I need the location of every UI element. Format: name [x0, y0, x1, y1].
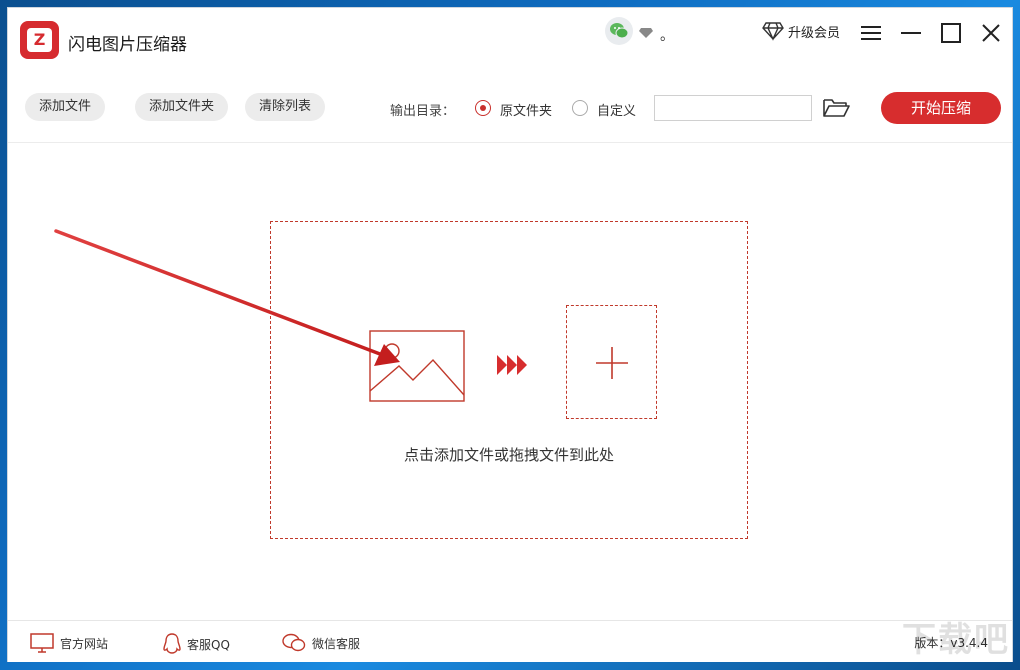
website-link[interactable]: 官方网站	[30, 633, 108, 653]
minimize-icon[interactable]	[895, 17, 927, 49]
qq-icon	[163, 633, 181, 654]
qq-service-label: 客服QQ	[187, 637, 230, 652]
app-logo-icon: Z	[20, 21, 59, 59]
diamond-icon	[639, 24, 653, 43]
plus-icon	[596, 347, 628, 379]
add-file-button[interactable]: 添加文件	[25, 93, 106, 121]
start-compress-button[interactable]: 开始压缩	[881, 92, 1001, 124]
image-icon	[369, 330, 465, 406]
radio-custom-label: 自定义	[597, 104, 637, 119]
wechat-service-label: 微信客服	[312, 636, 361, 651]
user-name: 。	[660, 28, 674, 44]
wechat-service-icon	[282, 633, 306, 652]
toolbar: 添加文件 添加文件夹 清除列表 输出目录： 原文件夹 自定义 开始压缩	[8, 70, 1012, 143]
upgrade-button[interactable]: 升级会员	[762, 20, 840, 42]
diamond-icon	[762, 22, 784, 41]
upgrade-label: 升级会员	[788, 25, 841, 41]
app-title: 闪电图片压缩器	[68, 35, 187, 55]
radio-original-folder[interactable]	[475, 100, 491, 116]
drop-zone[interactable]: 点击添加文件或拖拽文件到此处	[270, 221, 748, 539]
monitor-icon	[30, 633, 54, 653]
radio-original-label: 原文件夹	[500, 104, 553, 119]
folder-open-icon[interactable]	[822, 96, 852, 120]
output-path-input[interactable]	[654, 95, 812, 121]
qq-service-link[interactable]: 客服QQ	[163, 633, 230, 655]
close-icon[interactable]	[975, 17, 1007, 49]
website-label: 官方网站	[60, 636, 109, 651]
wechat-service-link[interactable]: 微信客服	[282, 633, 360, 653]
maximize-icon[interactable]	[935, 17, 967, 49]
output-dir-label: 输出目录：	[390, 104, 456, 119]
wechat-login-icon[interactable]	[605, 17, 633, 45]
app-window: Z 闪电图片压缩器 。 升级会员 添加文件 添加文件夹 清除列表 输出目录： 原…	[7, 7, 1013, 662]
radio-custom-folder[interactable]	[572, 100, 588, 116]
add-folder-button[interactable]: 添加文件夹	[135, 93, 229, 121]
title-bar: Z 闪电图片压缩器 。 升级会员	[8, 8, 1012, 70]
clear-list-button[interactable]: 清除列表	[245, 93, 326, 121]
footer: 官方网站 客服QQ 微信客服 版本：v3.4.4	[8, 620, 1012, 662]
triple-arrow-icon	[495, 353, 529, 381]
add-file-box[interactable]	[566, 305, 657, 419]
drop-hint-text: 点击添加文件或拖拽文件到此处	[403, 446, 614, 464]
watermark-logo: 下载吧	[902, 620, 1010, 660]
menu-icon[interactable]	[855, 17, 887, 49]
